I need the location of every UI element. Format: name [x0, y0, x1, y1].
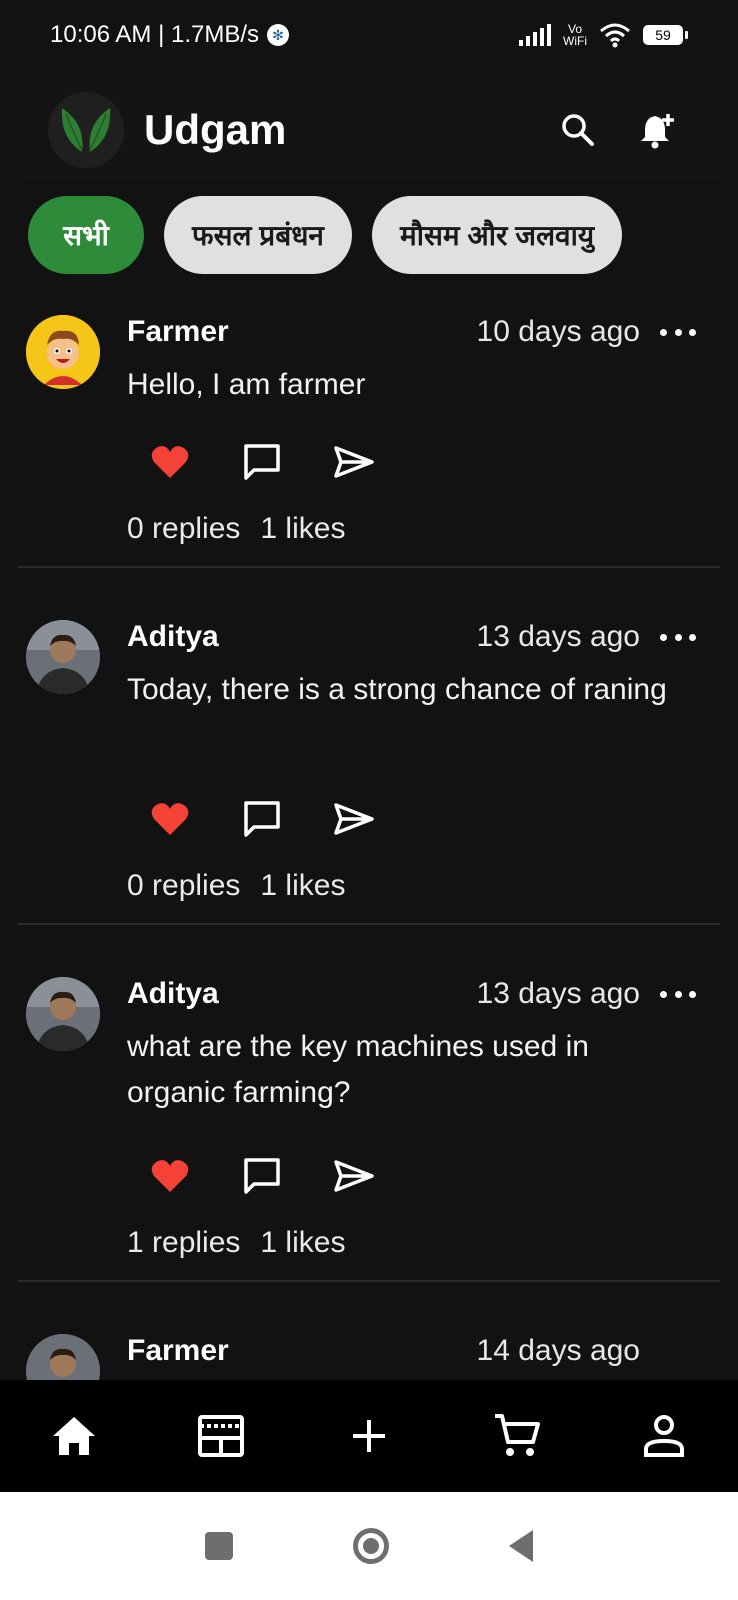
chip-crop-management[interactable]: फसल प्रबंधन: [164, 196, 352, 274]
replies-count[interactable]: 0 replies: [127, 869, 240, 903]
bottom-nav: [0, 1380, 738, 1492]
signal-icon: [519, 24, 551, 46]
header-actions: [558, 110, 678, 150]
system-nav: [0, 1492, 738, 1600]
post-item[interactable]: Aditya 13 days ago Today, there is a str…: [0, 568, 738, 925]
status-left: 10:06 AM | 1.7MB/s ✻: [50, 21, 290, 49]
share-icon[interactable]: [332, 797, 376, 841]
recent-apps-icon[interactable]: [205, 1532, 233, 1560]
chip-weather-climate[interactable]: मौसम और जलवायु: [371, 196, 623, 274]
home-button-icon[interactable]: [353, 1528, 389, 1564]
cartoon-avatar[interactable]: [26, 315, 100, 389]
app-title: Udgam: [144, 106, 287, 153]
app-header: Udgam: [18, 80, 720, 180]
vowifi-icon: Vo WiFi: [563, 23, 587, 47]
post-stats: 0 replies 1 likes: [127, 869, 345, 903]
search-icon[interactable]: [558, 110, 598, 150]
photo-avatar[interactable]: [26, 1334, 100, 1380]
post-actions: [148, 797, 376, 841]
bell-plus-icon[interactable]: [638, 110, 678, 150]
sync-icon: ✻: [267, 24, 290, 46]
more-options-icon[interactable]: [660, 984, 696, 1004]
feed-icon[interactable]: [191, 1406, 251, 1466]
share-icon[interactable]: [332, 440, 376, 484]
post-author[interactable]: Farmer: [127, 315, 229, 349]
replies-count[interactable]: 0 replies: [127, 512, 240, 546]
comment-icon[interactable]: [240, 440, 284, 484]
post-stats: 1 replies 1 likes: [127, 1226, 345, 1260]
post-stats: 0 replies 1 likes: [127, 512, 345, 546]
post-actions: [148, 440, 376, 484]
wifi-icon: [600, 23, 630, 48]
chip-all[interactable]: सभी: [28, 196, 144, 274]
post-author[interactable]: Aditya: [127, 977, 219, 1011]
post-feed: Farmer 10 days ago Hello, I am farmer 0 …: [0, 300, 738, 1380]
post-text: Today, there is a strong chance of ranin…: [127, 673, 667, 706]
likes-count[interactable]: 1 likes: [260, 512, 345, 546]
heart-icon[interactable]: [148, 440, 192, 484]
post-time: 14 days ago: [476, 1334, 640, 1367]
post-text: what are the key machines used in organi…: [127, 1030, 589, 1109]
post-item[interactable]: Farmer 10 days ago Hello, I am farmer 0 …: [0, 300, 738, 568]
likes-count[interactable]: 1 likes: [260, 869, 345, 903]
status-right: Vo WiFi 59: [519, 22, 688, 48]
photo-avatar[interactable]: [26, 620, 100, 694]
cart-icon[interactable]: [487, 1406, 547, 1466]
share-icon[interactable]: [332, 1154, 376, 1198]
leaf-logo-icon: [48, 92, 124, 168]
more-options-icon[interactable]: [660, 322, 696, 342]
vowifi-bottom: WiFi: [563, 34, 587, 48]
status-bar: 10:06 AM | 1.7MB/s ✻ Vo WiFi 59: [0, 0, 738, 70]
comment-icon[interactable]: [240, 797, 284, 841]
more-options-icon[interactable]: [660, 627, 696, 647]
status-time-speed: 10:06 AM | 1.7MB/s: [50, 21, 260, 48]
heart-icon[interactable]: [148, 797, 192, 841]
photo-avatar[interactable]: [26, 977, 100, 1051]
battery-level: 59: [643, 25, 683, 45]
add-icon[interactable]: [339, 1406, 399, 1466]
post-time: 13 days ago: [476, 977, 640, 1010]
battery-icon: 59: [643, 25, 688, 45]
comment-icon[interactable]: [240, 1154, 284, 1198]
post-time: 10 days ago: [476, 315, 640, 348]
post-author[interactable]: Farmer: [127, 1334, 229, 1368]
heart-icon[interactable]: [148, 1154, 192, 1198]
post-item[interactable]: Aditya 13 days ago what are the key mach…: [0, 925, 738, 1282]
replies-count[interactable]: 1 replies: [127, 1226, 240, 1260]
category-chips: सभी फसल प्रबंधन मौसम और जलवायु: [28, 196, 623, 274]
post-text: Hello, I am farmer: [127, 368, 366, 401]
back-icon[interactable]: [509, 1530, 533, 1562]
post-time: 13 days ago: [476, 620, 640, 653]
likes-count[interactable]: 1 likes: [260, 1226, 345, 1260]
post-author[interactable]: Aditya: [127, 620, 219, 654]
post-item[interactable]: Farmer 14 days ago: [0, 1282, 738, 1380]
profile-icon[interactable]: [634, 1406, 694, 1466]
home-icon[interactable]: [44, 1406, 104, 1466]
post-actions: [148, 1154, 376, 1198]
